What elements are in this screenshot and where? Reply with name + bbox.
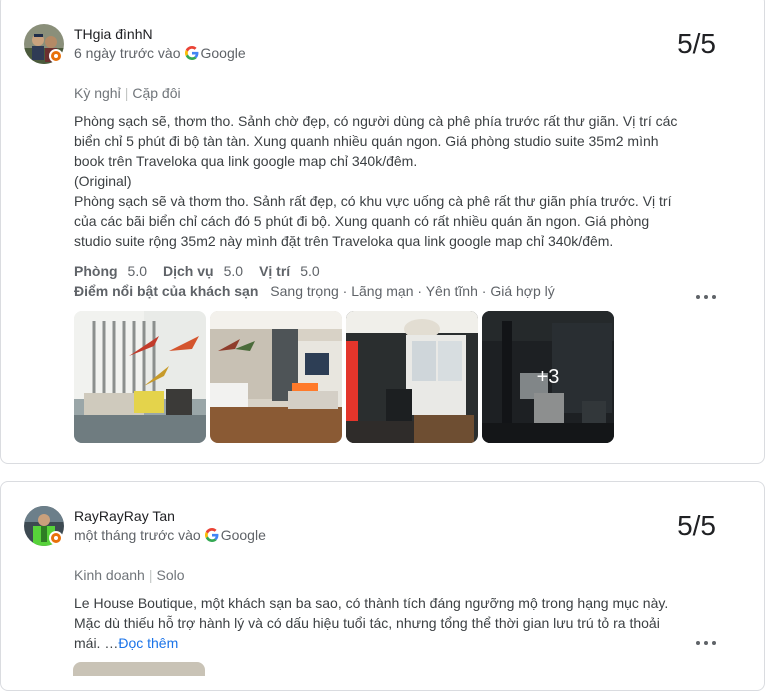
review-time: 6 ngày trước vào (74, 45, 181, 61)
review-photo[interactable] (73, 662, 205, 676)
review-text-fragment: mái. … (74, 635, 119, 651)
trip-tags: Kỳ nghỉ | Cặp đôi (74, 85, 181, 101)
review-score: 5/5 (677, 28, 716, 59)
rating-label-location: Vị trí (259, 263, 291, 279)
dot-icon (704, 641, 708, 645)
trip-type: Kỳ nghỉ (74, 85, 121, 101)
review-text-line: Le House Boutique, một khách sạn ba sao,… (74, 595, 669, 611)
traveler-type: Solo (156, 567, 185, 583)
review-text: Phòng sạch sẽ, thơm tho. Sảnh chờ đẹp, c… (74, 111, 694, 251)
review-text-line: biển chỉ 5 phút đi bộ tàn tàn. Xung quan… (74, 133, 659, 149)
reviewer-name[interactable]: RayRayRay Tan (74, 508, 175, 524)
dot-icon (712, 641, 716, 645)
rating-value-room: 5.0 (127, 263, 148, 279)
rating-value-location: 5.0 (300, 263, 320, 279)
review-text-line: book trên Traveloka qua link google map … (74, 153, 418, 169)
tag-divider: | (148, 567, 153, 583)
review-photo[interactable] (74, 311, 206, 443)
highlights-label: Điểm nổi bật của khách sạn (74, 283, 259, 299)
more-options-button[interactable] (696, 291, 716, 303)
review-source: Google (200, 45, 246, 61)
review-date: 6 ngày trước vào Google (74, 45, 246, 61)
more-options-button[interactable] (696, 637, 716, 649)
dot-icon (696, 641, 700, 645)
review-text-line: mái. …Đọc thêm (74, 633, 694, 653)
reviewer-name[interactable]: THgia đìnhN (74, 26, 153, 42)
highlight-divider: · (477, 283, 491, 299)
category-ratings: Phòng 5.0 Dịch vụ 5.0 Vị trí 5.0 (74, 263, 336, 279)
read-more-link[interactable]: Đọc thêm (118, 635, 178, 651)
trip-type: Kinh doanh (74, 567, 145, 583)
trip-tags: Kinh doanh | Solo (74, 567, 185, 583)
review-text: Le House Boutique, một khách sạn ba sao,… (74, 593, 694, 653)
dot-icon (712, 295, 716, 299)
highlight-divider: · (413, 283, 426, 299)
highlight-divider: · (338, 283, 352, 299)
highlight-item: Giá hợp lý (490, 283, 555, 299)
local-guide-badge-icon (49, 49, 63, 63)
review-time: một tháng trước vào (74, 527, 201, 543)
tag-divider: | (124, 85, 129, 101)
more-photos-count: +3 (536, 365, 560, 388)
google-logo-icon (204, 528, 219, 542)
review-date: một tháng trước vào Google (74, 527, 266, 543)
review-text-line: Phòng sạch sẽ và thơm tho. Sảnh rất đẹp,… (74, 193, 672, 209)
highlight-item: Sang trọng (270, 283, 339, 299)
local-guide-badge-icon (49, 531, 63, 545)
review-text-line: Mặc dù thiếu hỗ trợ hành lý và có dấu hi… (74, 615, 660, 631)
review-text-line: studio suite rộng 35m2 này mình đặt trên… (74, 233, 614, 249)
google-logo-icon (184, 46, 198, 60)
traveler-type: Cặp đôi (132, 85, 181, 101)
hotel-highlights: Điểm nổi bật của khách sạn Sang trọng · … (74, 283, 555, 299)
review-text-line: Phòng sạch sẽ, thơm tho. Sảnh chờ đẹp, c… (74, 113, 678, 129)
rating-label-service: Dịch vụ (163, 263, 214, 279)
review-card: THgia đìnhN 6 ngày trước vào Google 5/5 … (0, 0, 765, 464)
highlight-item: Yên tĩnh (425, 283, 478, 299)
highlight-item: Lãng mạn (351, 283, 414, 299)
review-photo[interactable] (346, 311, 478, 443)
review-card: RayRayRay Tan một tháng trước vào Google… (0, 481, 765, 691)
review-photo[interactable] (210, 311, 342, 443)
dot-icon (704, 295, 708, 299)
rating-label-room: Phòng (74, 263, 118, 279)
rating-value-service: 5.0 (223, 263, 244, 279)
dot-icon (696, 295, 700, 299)
review-text-line: của các bãi biển chỉ cách đó 5 phút đi b… (74, 213, 650, 229)
review-text-line: (Original) (74, 173, 132, 189)
review-source: Google (220, 527, 266, 543)
review-photo[interactable]: +3 (482, 311, 614, 443)
review-score: 5/5 (677, 510, 716, 541)
